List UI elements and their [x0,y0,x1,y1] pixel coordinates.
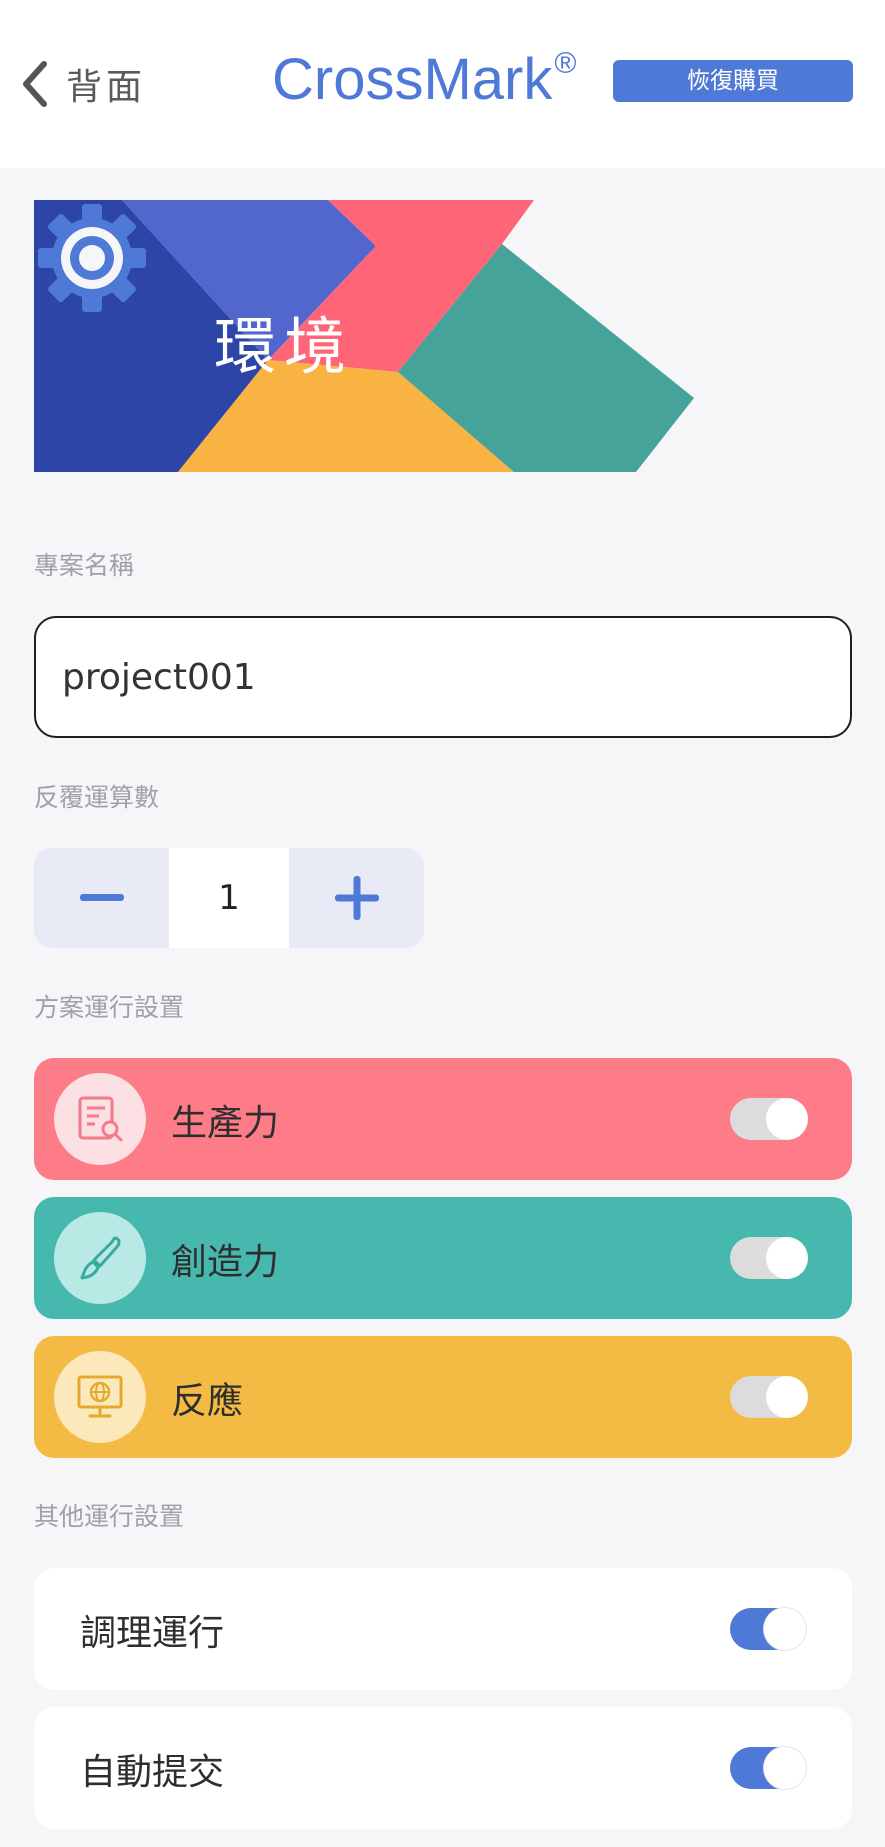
iterations-label: 反覆運算數 [34,783,160,812]
scenario-item-productivity: 生產力 [34,1058,852,1180]
other-item-auto-submit: 自動提交 [34,1707,852,1829]
response-label: 反應 [171,1381,244,1422]
back-button[interactable]: 背面 [18,56,146,112]
report-search-icon [78,1096,123,1142]
increment-button[interactable] [289,848,424,948]
response-icon-badge [54,1351,146,1443]
conditioning-run-toggle[interactable] [730,1608,806,1650]
environment-banner: 環境 [34,200,850,472]
toggle-knob [764,1747,806,1789]
productivity-toggle[interactable] [730,1098,808,1140]
back-label: 背面 [66,67,147,108]
monitor-globe-icon [77,1375,123,1418]
brand-name: CrossMark [272,47,553,112]
creativity-icon-badge [54,1212,146,1304]
project-name-input[interactable] [34,616,852,738]
creativity-toggle[interactable] [730,1237,808,1279]
toggle-knob [766,1098,808,1140]
plus-icon [334,876,379,920]
toggle-knob [764,1608,806,1650]
decrement-button[interactable] [34,848,169,948]
auto-submit-label: 自動提交 [80,1752,225,1793]
toggle-knob [766,1376,808,1418]
auto-submit-toggle[interactable] [730,1747,806,1789]
toggle-knob [766,1237,808,1279]
other-item-conditioning-run: 調理運行 [34,1568,852,1690]
response-toggle[interactable] [730,1376,808,1418]
scenario-item-response: 反應 [34,1336,852,1458]
minus-icon [79,894,124,901]
gear-icon[interactable] [34,200,150,316]
banner-title: 環境 [214,310,355,383]
restore-purchase-button[interactable]: 恢復購買 [613,60,853,102]
creativity-label: 創造力 [171,1242,280,1283]
chevron-left-icon [23,61,47,107]
other-settings-label: 其他運行設置 [34,1502,185,1531]
project-name-label: 專案名稱 [34,551,135,580]
registered-mark: ® [554,47,577,80]
productivity-icon-badge [54,1073,146,1165]
top-bar: 背面 CrossMark® 恢復購買 [0,0,885,168]
iterations-stepper: 1 [34,848,424,948]
app-title: CrossMark® [272,46,576,113]
productivity-label: 生產力 [171,1103,280,1144]
scenario-settings-label: 方案運行設置 [34,993,185,1022]
iterations-value[interactable]: 1 [169,848,289,948]
banner-graphic [34,200,694,472]
conditioning-run-label: 調理運行 [80,1613,225,1654]
brush-icon [80,1236,121,1280]
scenario-item-creativity: 創造力 [34,1197,852,1319]
